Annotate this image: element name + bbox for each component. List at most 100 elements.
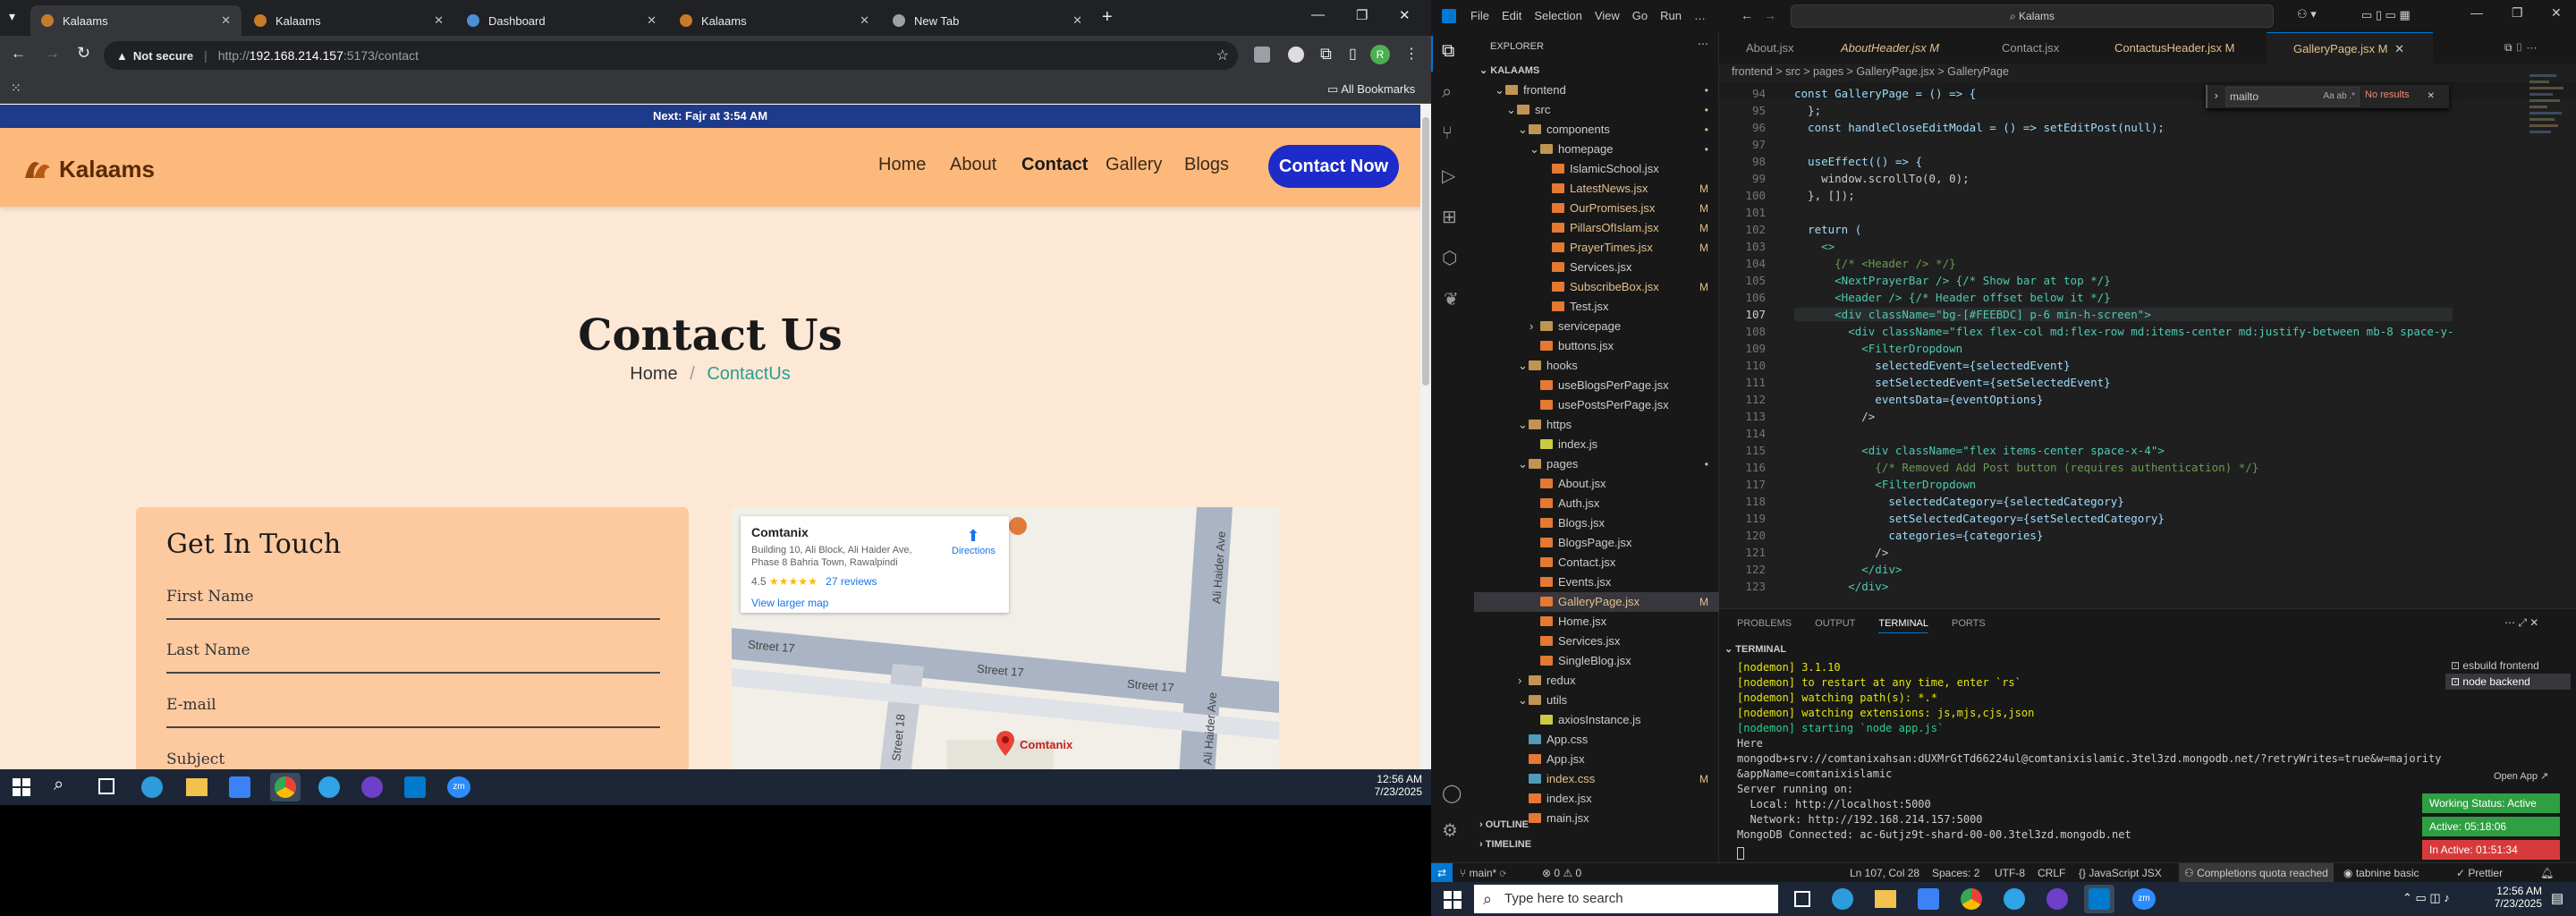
windows-start-icon[interactable] (1444, 891, 1462, 909)
tree-file[interactable]: OurPromises.jsx M (1474, 199, 1719, 218)
tree-file[interactable]: GalleryPage.jsx M (1474, 592, 1719, 612)
menu-go[interactable]: Go (1632, 9, 1648, 22)
close-tab-icon[interactable]: ✕ (647, 13, 657, 28)
explorer-icon[interactable]: ⧉ (1442, 41, 1454, 62)
workspace-root[interactable]: ⌄ KALAAMS (1479, 64, 1539, 76)
tree-folder[interactable]: ⌄ https (1474, 415, 1719, 435)
panel-actions-icons[interactable]: ⋯ ⤢ ✕ (2504, 616, 2538, 630)
close-tab-icon[interactable]: ✕ (1072, 13, 1082, 28)
reviews-link[interactable]: 27 reviews (826, 575, 877, 588)
code-editor[interactable]: frontend > src > pages > GalleryPage.jsx… (1719, 64, 2576, 608)
search-icon[interactable]: ⌕ (54, 775, 64, 795)
layout-icons[interactable]: ▭ ▯ ▭ ▦ (2361, 8, 2411, 22)
reload-icon[interactable]: ↻ (77, 44, 90, 63)
clock[interactable]: 12:56 AM 7/23/2025 (2479, 885, 2542, 910)
windows-start-icon[interactable] (13, 778, 30, 796)
tree-file[interactable]: App.css (1474, 730, 1719, 750)
prettier-status[interactable]: ✓ Prettier (2456, 867, 2503, 879)
minimize-icon[interactable]: — (2470, 5, 2483, 20)
open-app-link[interactable]: Open App ↗ (2494, 770, 2548, 782)
run-debug-icon[interactable]: ▷ (1442, 165, 1455, 187)
timeline-section[interactable]: › TIMELINE (1479, 839, 1531, 850)
github-desktop-icon[interactable] (361, 776, 383, 798)
nav-blogs[interactable]: Blogs (1184, 155, 1229, 175)
tree-folder[interactable]: ⌄ frontend • (1474, 81, 1719, 100)
larger-map-link[interactable]: View larger map (751, 597, 828, 609)
menu-selection[interactable]: Selection (1534, 9, 1581, 22)
new-tab-plus-icon[interactable]: + (1102, 7, 1113, 28)
extension-icon[interactable] (1288, 47, 1304, 63)
tree-file[interactable]: Test.jsx (1474, 297, 1719, 317)
back-arrow-icon[interactable]: ← (11, 45, 26, 63)
close-tab-icon[interactable]: ✕ (2394, 42, 2404, 55)
indent-setting[interactable]: Spaces: 2 (1932, 867, 1979, 879)
editor-breadcrumb[interactable]: frontend > src > pages > GalleryPage.jsx… (1732, 65, 2009, 78)
store-icon[interactable] (1918, 888, 1939, 910)
tree-file[interactable]: usePostsPerPage.jsx (1474, 395, 1719, 415)
browser-tab-1[interactable]: Kalaams ✕ (30, 5, 242, 36)
browser-tab-4[interactable]: Kalaams ✕ (669, 5, 880, 36)
first-name-field[interactable]: First Name (166, 588, 660, 620)
tree-file[interactable]: PillarsOfIslam.jsx M (1474, 218, 1719, 238)
restore-icon[interactable]: ❐ (1356, 7, 1368, 23)
tree-folder[interactable]: ⌄ homepage • (1474, 140, 1719, 159)
nav-back-icon[interactable]: ← (1741, 8, 1753, 22)
tree-file[interactable]: Events.jsx (1474, 572, 1719, 592)
clock[interactable]: 12:56 AM 7/23/2025 (1342, 773, 1422, 798)
extensions-icon[interactable]: ⊞ (1442, 206, 1457, 228)
line-ending[interactable]: CRLF (2038, 867, 2065, 879)
edge-icon[interactable] (141, 776, 163, 798)
tree-file[interactable]: index.css M (1474, 769, 1719, 789)
more-actions-icon[interactable]: ⋯ (1698, 38, 1708, 50)
chrome-icon[interactable] (1961, 888, 1982, 910)
forward-arrow-icon[interactable]: → (45, 45, 60, 63)
tree-file[interactable]: App.jsx (1474, 750, 1719, 769)
browser-tab-3[interactable]: Dashboard ✕ (456, 5, 667, 36)
tree-file[interactable]: SubscribeBox.jsx M (1474, 277, 1719, 297)
tree-file[interactable]: index.jsx (1474, 789, 1719, 809)
system-tray-icons[interactable]: ⌃ ▭ ◫ ♪ (2402, 891, 2450, 905)
tree-file[interactable]: Blogs.jsx (1474, 513, 1719, 533)
tree-file[interactable]: axiosInstance.js (1474, 710, 1719, 730)
tree-file[interactable]: Contact.jsx (1474, 553, 1719, 572)
tree-file[interactable]: buttons.jsx (1474, 336, 1719, 356)
page-scrollbar[interactable] (1420, 105, 1431, 769)
file-explorer-icon[interactable] (186, 778, 208, 796)
browser-tab-2[interactable]: Kalaams ✕ (243, 5, 454, 36)
tree-folder[interactable]: ⌄ hooks (1474, 356, 1719, 376)
encoding[interactable]: UTF-8 (1995, 867, 2025, 879)
subject-field[interactable]: Subject (166, 751, 660, 769)
close-tab-icon[interactable]: ✕ (860, 13, 869, 28)
nav-home[interactable]: Home (878, 155, 926, 175)
scrollbar-thumb[interactable] (1422, 117, 1429, 386)
zoom-icon[interactable]: zm (2132, 888, 2156, 910)
all-bookmarks[interactable]: ▭ All Bookmarks (1327, 82, 1415, 97)
address-bar[interactable]: ▲ Not secure | http://192.168.214.157:51… (104, 41, 1238, 70)
tree-folder[interactable]: ⌄ components • (1474, 120, 1719, 140)
zoom-icon[interactable]: zm (447, 776, 470, 798)
menu-dots-icon[interactable]: ⋮ (1404, 45, 1419, 63)
find-input[interactable]: mailto Aa ab .* (2225, 87, 2360, 106)
mongodb-leaf-icon[interactable]: ❦ (1444, 288, 1459, 310)
editor-tab[interactable]: About.jsx (1719, 32, 1814, 64)
terminal-output[interactable]: [nodemon] 3.1.10 [nodemon] to restart at … (1719, 661, 2441, 841)
tree-file[interactable]: About.jsx (1474, 474, 1719, 494)
remote-indicator-icon[interactable]: ⇄ (1431, 863, 1453, 883)
app-icon[interactable] (2004, 888, 2025, 910)
tree-file[interactable]: IslamicSchool.jsx (1474, 159, 1719, 179)
menu-view[interactable]: View (1595, 9, 1620, 22)
vscode-icon[interactable] (404, 776, 426, 798)
sidebar-icon[interactable]: ▯ (1349, 45, 1357, 63)
search-icon[interactable]: ⌕ (1442, 82, 1452, 103)
editor-tab[interactable]: ContactusHeader.jsx M (2088, 32, 2267, 64)
bookmark-star-icon[interactable]: ☆ (1216, 47, 1229, 64)
nav-about[interactable]: About (950, 155, 996, 175)
completions-quota[interactable]: ⚇ Completions quota reached (2179, 863, 2334, 883)
menu-run[interactable]: Run (1660, 9, 1682, 22)
contact-now-button[interactable]: Contact Now (1268, 145, 1399, 188)
command-center[interactable]: ⌕ Kalams (1791, 4, 2274, 28)
tree-folder[interactable]: › servicepage (1474, 317, 1719, 336)
cursor-position[interactable]: Ln 107, Col 28 (1850, 867, 1919, 879)
tree-file[interactable]: SingleBlog.jsx (1474, 651, 1719, 671)
app-icon[interactable] (318, 776, 340, 798)
